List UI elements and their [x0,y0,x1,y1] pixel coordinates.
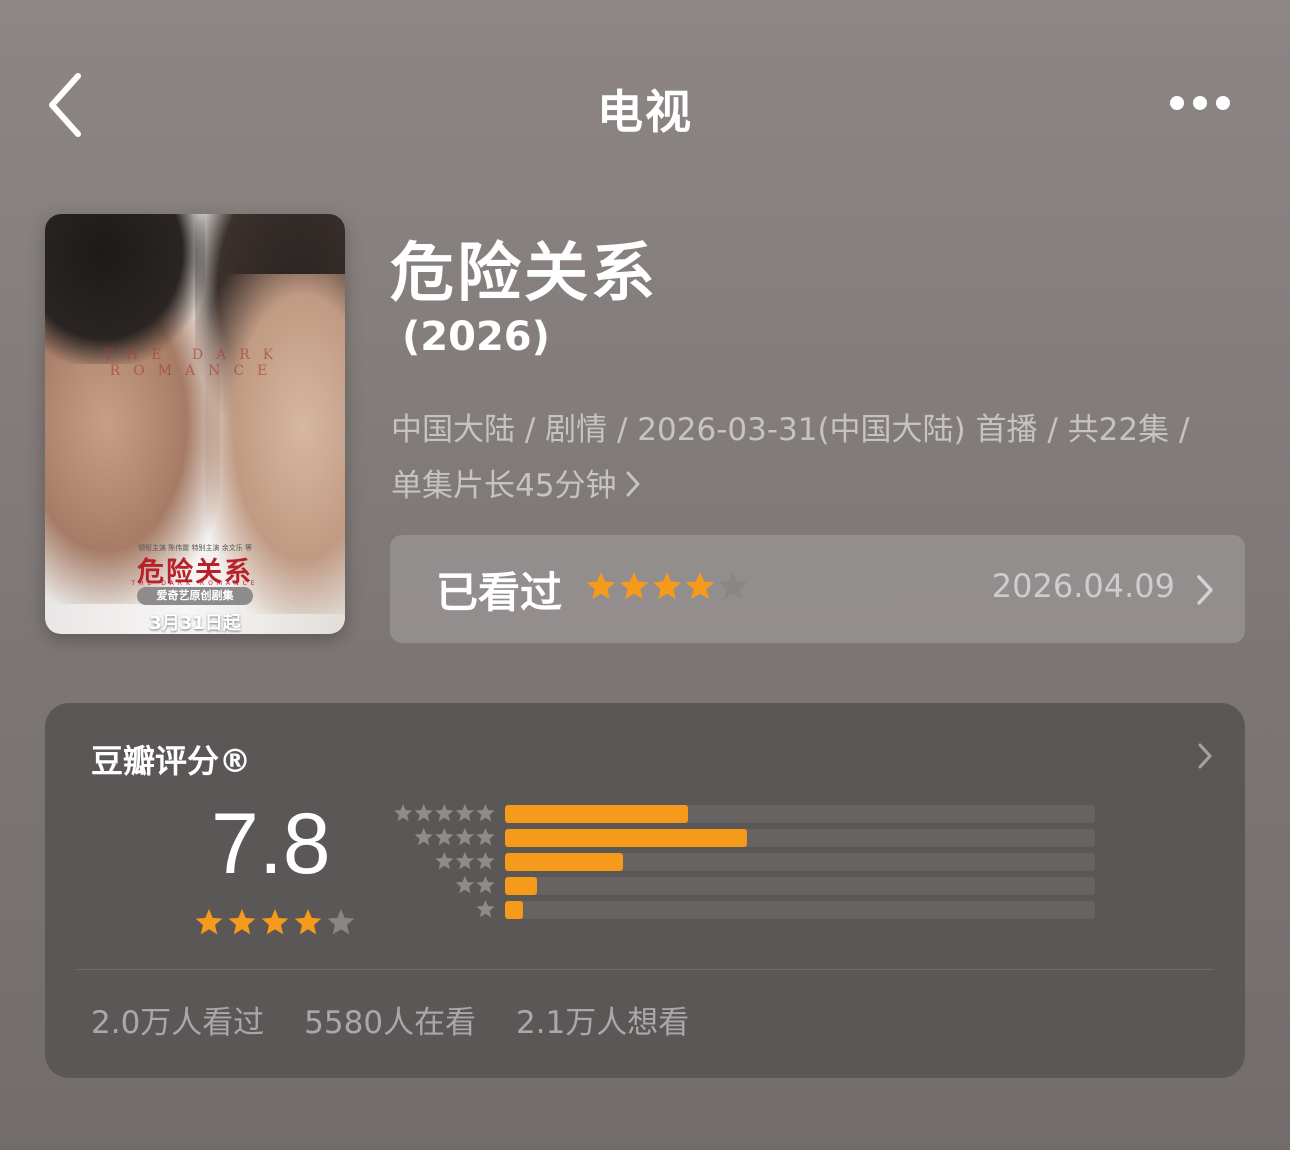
poster-figure-left [45,214,205,364]
star-filled-icon [476,876,495,894]
stat-want[interactable]: 2.1万人想看 [516,1005,689,1041]
distribution-bar-fill [505,829,747,847]
star-filled-icon [476,828,495,846]
star-filled-icon [394,804,413,822]
star-filled-icon [652,572,682,600]
watched-label: 已看过 [436,568,563,617]
rating-stats: 2.0万人看过 5580人在看 2.1万人想看 [91,997,719,1042]
distribution-row-2-star [385,875,1105,895]
star-filled-icon [435,828,454,846]
star-filled-icon [685,572,715,600]
rating-score: 7.8 [211,796,331,892]
nav-bar: 电视 [0,0,1290,200]
star-filled-icon [455,852,474,870]
meta-line-2-text: 单集片长45分钟 [391,468,617,504]
stat-watched[interactable]: 2.0万人看过 [91,1005,264,1041]
star-filled-icon [619,572,649,600]
page-title: 电视 [597,85,693,139]
show-year: (2026) [402,314,550,360]
star-filled-icon [476,804,495,822]
star-empty-icon [327,909,355,935]
distribution-bar-fill [505,853,623,871]
star-empty-icon [718,572,748,600]
star-filled-icon [261,909,289,935]
poster-subtitle: THE DARK ROMANCE [131,580,259,587]
star-filled-icon [586,572,616,600]
star-filled-icon [414,828,433,846]
distribution-bar-track [505,853,1095,871]
star-filled-icon [455,828,474,846]
rating-distribution [385,803,1105,933]
more-dot-icon [1193,96,1207,110]
show-title: 危险关系 [390,237,658,311]
watched-date: 2026.04.09 [991,567,1175,605]
star-filled-icon [455,876,474,894]
chevron-right-icon [626,471,640,497]
meta-line-1: 中国大陆 / 剧情 / 2026-03-31(中国大陆) 首播 / 共22集 / [391,412,1190,448]
distribution-star-icons [455,876,495,894]
distribution-bar-track [505,877,1095,895]
chevron-right-icon [1197,575,1213,605]
distribution-star-icons [394,804,495,822]
distribution-bar-track [505,829,1095,847]
distribution-row-5-star [385,803,1105,823]
distribution-bar-track [505,805,1095,823]
star-filled-icon [455,804,474,822]
chevron-right-icon[interactable] [1195,741,1215,771]
distribution-star-icons [414,828,495,846]
distribution-bar-fill [505,901,523,919]
rating-card[interactable]: 豆瓣评分® 7.8 2.0万人看过 5580人在看 2.1万人想看 [45,703,1245,1078]
watched-status-bar[interactable]: 已看过 2026.04.09 [390,535,1245,643]
star-filled-icon [476,900,495,918]
poster-image[interactable]: THE DARK ROMANCE 领衔主演 陈伟霆 特别主演 余文乐 等 危险关… [45,214,345,634]
poster-badge: 爱奇艺原创剧集 [137,587,253,605]
star-filled-icon [228,909,256,935]
distribution-row-1-star [385,899,1105,919]
score-stars [195,909,355,935]
distribution-star-icons [476,900,495,918]
poster-date: 3月31日起 [149,613,241,634]
stat-watching[interactable]: 5580人在看 [304,1005,476,1041]
star-filled-icon [294,909,322,935]
distribution-row-4-star [385,827,1105,847]
distribution-bar-fill [505,805,688,823]
more-dot-icon [1170,96,1184,110]
distribution-bar-fill [505,877,538,895]
divider [77,969,1213,970]
show-meta[interactable]: 中国大陆 / 剧情 / 2026-03-31(中国大陆) 首播 / 共22集 /… [391,402,1241,514]
user-rating-stars [586,572,748,600]
distribution-star-icons [435,852,495,870]
rating-card-title: 豆瓣评分® [91,742,252,780]
star-filled-icon [435,852,454,870]
distribution-bar-track [505,901,1095,919]
distribution-row-3-star [385,851,1105,871]
poster-english-title: THE DARK ROMANCE [103,347,287,379]
meta-line-2: 单集片长45分钟 [391,458,1241,514]
more-button[interactable] [1162,86,1238,120]
star-filled-icon [435,804,454,822]
star-filled-icon [414,804,433,822]
star-filled-icon [195,909,223,935]
more-dot-icon [1216,96,1230,110]
star-filled-icon [476,852,495,870]
